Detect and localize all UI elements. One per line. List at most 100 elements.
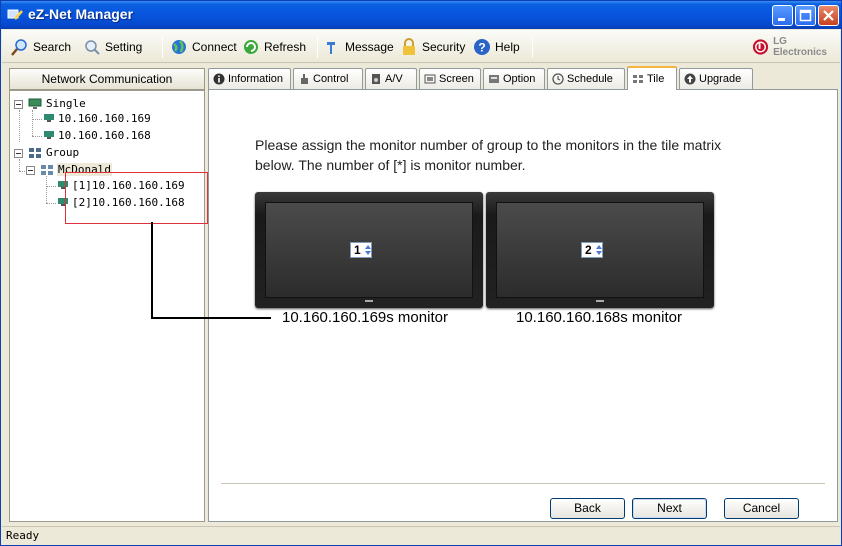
monitor-number-value-2: 2 xyxy=(585,243,592,257)
tree-node-group[interactable]: Group xyxy=(46,146,79,159)
help-button[interactable]: ? Help xyxy=(473,30,520,63)
help-icon: ? xyxy=(474,38,490,55)
toolbar-separator xyxy=(532,36,533,58)
tab-tile[interactable]: Tile xyxy=(627,66,677,90)
av-icon xyxy=(372,74,380,84)
window-title: eZ-Net Manager xyxy=(28,6,134,22)
setting-icon xyxy=(85,39,100,55)
tab-upgrade[interactable]: Upgrade xyxy=(679,68,753,89)
next-button[interactable]: Next xyxy=(632,498,707,519)
tree-node-single-ip-2[interactable]: 10.160.160.168 xyxy=(58,129,151,142)
tile-instruction: Please assign the monitor number of grou… xyxy=(255,137,722,173)
annotation-highlight-box xyxy=(65,172,208,224)
maximize-icon xyxy=(799,9,812,22)
security-label: Security xyxy=(422,39,466,54)
cancel-button[interactable]: Cancel xyxy=(724,498,799,519)
collapse-single-toggle[interactable] xyxy=(14,100,23,109)
tab-schedule-label: Schedule xyxy=(567,73,613,85)
toolbar-separator xyxy=(162,36,163,58)
setting-button[interactable]: Setting xyxy=(83,30,142,63)
tab-control[interactable]: Control xyxy=(293,68,363,89)
tree-node-single-ip-1[interactable]: 10.160.160.169 xyxy=(58,112,151,125)
toolbar-separator xyxy=(317,36,318,58)
spinner-arrows-icon[interactable] xyxy=(364,243,371,257)
annotation-connector xyxy=(151,317,271,319)
tile-monitor-1: 1 xyxy=(255,192,483,308)
info-icon xyxy=(213,73,225,85)
tab-schedule[interactable]: Schedule xyxy=(547,68,625,89)
monitor-icon xyxy=(44,131,54,139)
refresh-label: Refresh xyxy=(264,39,307,54)
globe-icon xyxy=(172,39,186,54)
tab-control-label: Control xyxy=(313,73,349,85)
app-window: eZ-Net Manager Search Setting Connect Re… xyxy=(0,0,842,546)
close-icon xyxy=(823,10,834,21)
minimize-button[interactable] xyxy=(772,5,793,26)
tree-node-single[interactable]: Single xyxy=(46,97,86,110)
tab-upgrade-label: Upgrade xyxy=(699,73,742,85)
button-divider xyxy=(221,483,825,484)
network-tree: Single 10.160.160.169 10.160.160.168 Gro… xyxy=(9,90,205,522)
tab-tile-label: Tile xyxy=(647,73,665,85)
monitor-label-2: 10.160.160.168s monitor xyxy=(516,309,682,326)
message-label: Message xyxy=(345,39,394,54)
message-button[interactable]: Message xyxy=(323,30,394,63)
upgrade-icon xyxy=(684,73,696,85)
svg-text:?: ? xyxy=(478,40,485,54)
lock-icon xyxy=(403,37,415,55)
toolbar: Search Setting Connect Refresh Message S… xyxy=(2,30,840,63)
option-icon xyxy=(489,75,499,83)
status-bar: Ready xyxy=(2,526,840,545)
clock-icon xyxy=(552,73,564,85)
monitor-group-icon xyxy=(28,98,42,109)
collapse-mcdonald-toggle[interactable] xyxy=(26,166,35,175)
back-button[interactable]: Back xyxy=(550,498,625,519)
screen-icon xyxy=(424,74,436,84)
spinner-arrows-icon[interactable] xyxy=(595,243,602,257)
refresh-button[interactable]: Refresh xyxy=(242,30,306,63)
tab-option[interactable]: Option xyxy=(483,68,545,89)
collapse-group-toggle[interactable] xyxy=(14,149,23,158)
refresh-icon xyxy=(244,39,258,54)
monitor-label-1: 10.160.160.169s monitor xyxy=(282,309,448,326)
search-button[interactable]: Search xyxy=(11,30,71,63)
network-communication-header: Network Communication xyxy=(9,68,205,90)
tab-av[interactable]: A/V xyxy=(365,68,417,89)
monitor-number-value-1: 1 xyxy=(354,243,361,257)
search-icon xyxy=(11,38,27,56)
hand-icon xyxy=(301,74,308,84)
lg-logo-icon xyxy=(752,38,769,55)
close-button[interactable] xyxy=(818,5,839,26)
connect-button[interactable]: Connect xyxy=(170,30,237,63)
lg-badge-icon xyxy=(365,300,373,302)
brand-label: LG Electronics xyxy=(773,35,827,58)
tab-option-label: Option xyxy=(503,73,536,85)
group-icon xyxy=(29,148,41,158)
minimize-icon xyxy=(778,18,785,21)
monitor-icon xyxy=(44,114,54,122)
tab-screen-label: Screen xyxy=(439,73,474,85)
message-icon xyxy=(327,41,335,54)
monitor-number-spinner-1[interactable]: 1 xyxy=(350,242,372,258)
maximize-button[interactable] xyxy=(795,5,816,26)
title-bar[interactable]: eZ-Net Manager xyxy=(1,1,841,29)
annotation-connector xyxy=(151,222,153,318)
tab-av-label: A/V xyxy=(385,73,403,85)
setting-label: Setting xyxy=(105,39,143,54)
tile-icon xyxy=(633,75,643,83)
security-button[interactable]: Security xyxy=(400,30,465,63)
connect-label: Connect xyxy=(192,39,237,54)
status-text: Ready xyxy=(6,529,40,542)
search-label: Search xyxy=(33,39,72,54)
tab-screen[interactable]: Screen xyxy=(419,68,481,89)
tab-bar: Information Control A/V Screen Option Sc… xyxy=(208,66,838,90)
tab-information[interactable]: Information xyxy=(208,68,291,89)
group-icon xyxy=(41,165,53,175)
lg-badge-icon xyxy=(596,300,604,302)
brand: LG Electronics xyxy=(752,30,840,63)
tile-monitor-2: 2 xyxy=(486,192,714,308)
monitor-number-spinner-2[interactable]: 2 xyxy=(581,242,603,258)
app-icon xyxy=(7,9,23,20)
help-label: Help xyxy=(495,39,520,54)
tab-information-label: Information xyxy=(228,73,284,85)
